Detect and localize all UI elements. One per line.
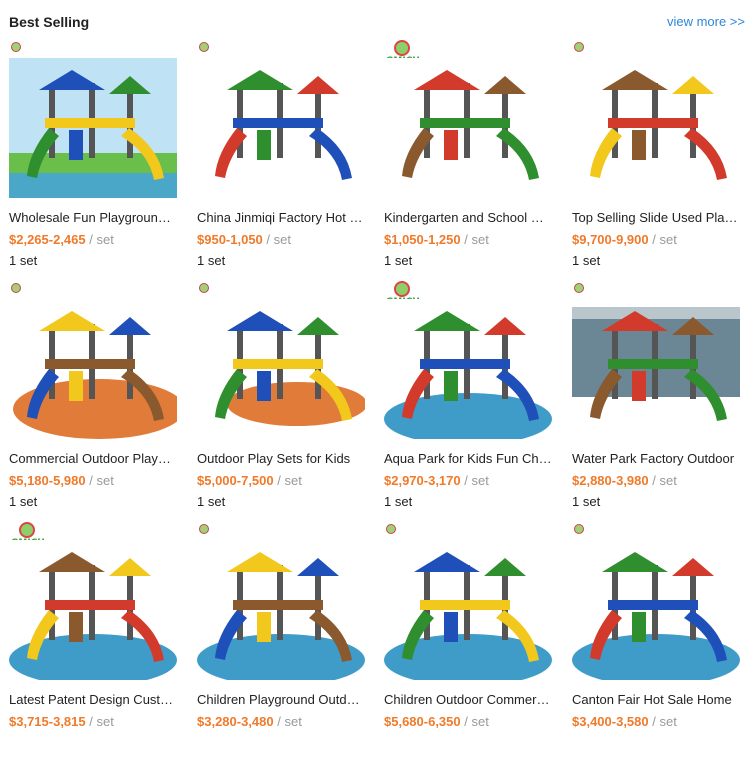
product-card[interactable]: Outdoor Play Sets for Kids $5,000-7,500 … <box>188 281 368 516</box>
section-title: Best Selling <box>9 14 90 30</box>
product-image[interactable] <box>197 299 365 439</box>
price-range: $2,880-3,980 <box>572 473 649 488</box>
product-image[interactable] <box>384 540 552 680</box>
product-card[interactable]: Children Playground Outdoor $3,280-3,480… <box>188 522 368 757</box>
product-card[interactable]: Top Selling Slide Used Playground $9,700… <box>563 40 743 275</box>
brand-logo-icon <box>574 524 584 534</box>
price-unit: / set <box>273 473 302 488</box>
product-image[interactable] <box>384 58 552 198</box>
price-unit: / set <box>648 473 677 488</box>
product-card[interactable]: China Jinmiqi Factory Hot Sale $950-1,05… <box>188 40 368 275</box>
product-name[interactable]: Top Selling Slide Used Playground <box>572 210 740 225</box>
product-price: $2,880-3,980 / set <box>572 473 677 488</box>
price-range: $5,680-6,350 <box>384 714 461 729</box>
product-card[interactable]: GMICH Aqua Park for Kids Fun Cheap $2,97… <box>375 281 555 516</box>
product-price: $9,700-9,900 / set <box>572 232 677 247</box>
product-image[interactable] <box>197 58 365 198</box>
product-image[interactable] <box>572 58 740 198</box>
product-name[interactable]: Latest Patent Design Customized <box>9 692 177 707</box>
price-unit: / set <box>460 473 489 488</box>
product-price: $5,180-5,980 / set <box>9 473 114 488</box>
product-card[interactable]: Water Park Factory Outdoor $2,880-3,980 … <box>563 281 743 516</box>
brand-logo-icon <box>11 283 21 293</box>
price-unit: / set <box>460 232 489 247</box>
product-card[interactable]: GMICH Latest Patent Design Customized $3… <box>0 522 180 757</box>
min-order: 1 set <box>572 253 601 268</box>
product-card[interactable]: GMICH Kindergarten and School Outdoor $1… <box>375 40 555 275</box>
product-name[interactable]: Water Park Factory Outdoor <box>572 451 740 466</box>
price-range: $2,970-3,170 <box>384 473 461 488</box>
price-unit: / set <box>648 714 677 729</box>
price-range: $5,180-5,980 <box>9 473 86 488</box>
price-range: $3,280-3,480 <box>197 714 274 729</box>
product-price: $3,400-3,580 / set <box>572 714 677 729</box>
product-image[interactable] <box>572 299 740 439</box>
section-header: Best Selling view more >> <box>9 14 747 34</box>
product-card[interactable]: Commercial Outdoor Playground $5,180-5,9… <box>0 281 180 516</box>
min-order: 1 set <box>384 494 413 509</box>
price-unit: / set <box>85 232 114 247</box>
min-order: 1 set <box>9 494 38 509</box>
min-order: 1 set <box>572 494 601 509</box>
price-range: $950-1,050 <box>197 232 263 247</box>
product-name[interactable]: Wholesale Fun Playground Equipment <box>9 210 177 225</box>
product-name[interactable]: Canton Fair Hot Sale Home <box>572 692 740 707</box>
brand-logo-icon <box>199 524 209 534</box>
price-range: $3,715-3,815 <box>9 714 86 729</box>
product-image[interactable] <box>384 299 552 439</box>
price-unit: / set <box>85 473 114 488</box>
product-price: $950-1,050 / set <box>197 232 291 247</box>
brand-logo-icon <box>574 283 584 293</box>
price-unit: / set <box>648 232 677 247</box>
price-range: $3,400-3,580 <box>572 714 649 729</box>
price-unit: / set <box>273 714 302 729</box>
product-name[interactable]: Children Playground Outdoor <box>197 692 365 707</box>
product-price: $5,000-7,500 / set <box>197 473 302 488</box>
product-name[interactable]: Kindergarten and School Outdoor <box>384 210 552 225</box>
brand-logo-icon <box>574 42 584 52</box>
product-card[interactable]: Canton Fair Hot Sale Home $3,400-3,580 /… <box>563 522 743 757</box>
min-order: 1 set <box>9 253 38 268</box>
product-price: $2,265-2,465 / set <box>9 232 114 247</box>
price-range: $9,700-9,900 <box>572 232 649 247</box>
min-order: 1 set <box>197 494 226 509</box>
price-unit: / set <box>460 714 489 729</box>
brand-logo-icon <box>199 283 209 293</box>
min-order: 1 set <box>197 253 226 268</box>
product-price: $5,680-6,350 / set <box>384 714 489 729</box>
product-image[interactable] <box>9 58 177 198</box>
price-unit: / set <box>85 714 114 729</box>
product-price: $2,970-3,170 / set <box>384 473 489 488</box>
brand-logo-icon <box>199 42 209 52</box>
view-more-link[interactable]: view more >> <box>667 14 745 29</box>
price-range: $5,000-7,500 <box>197 473 274 488</box>
brand-logo-icon <box>386 524 396 534</box>
product-price: $1,050-1,250 / set <box>384 232 489 247</box>
product-name[interactable]: Commercial Outdoor Playground <box>9 451 177 466</box>
product-price: $3,715-3,815 / set <box>9 714 114 729</box>
product-image[interactable] <box>9 540 177 680</box>
product-card[interactable]: Children Outdoor Commercial $5,680-6,350… <box>375 522 555 757</box>
product-image[interactable] <box>197 540 365 680</box>
product-name[interactable]: Children Outdoor Commercial <box>384 692 552 707</box>
min-order: 1 set <box>384 253 413 268</box>
price-range: $1,050-1,250 <box>384 232 461 247</box>
product-name[interactable]: China Jinmiqi Factory Hot Sale <box>197 210 365 225</box>
product-image[interactable] <box>572 540 740 680</box>
product-card[interactable]: Wholesale Fun Playground Equipment $2,26… <box>0 40 180 275</box>
product-price: $3,280-3,480 / set <box>197 714 302 729</box>
price-range: $2,265-2,465 <box>9 232 86 247</box>
product-name[interactable]: Aqua Park for Kids Fun Cheap <box>384 451 552 466</box>
brand-logo-icon <box>11 42 21 52</box>
product-image[interactable] <box>9 299 177 439</box>
price-unit: / set <box>262 232 291 247</box>
product-name[interactable]: Outdoor Play Sets for Kids <box>197 451 365 466</box>
